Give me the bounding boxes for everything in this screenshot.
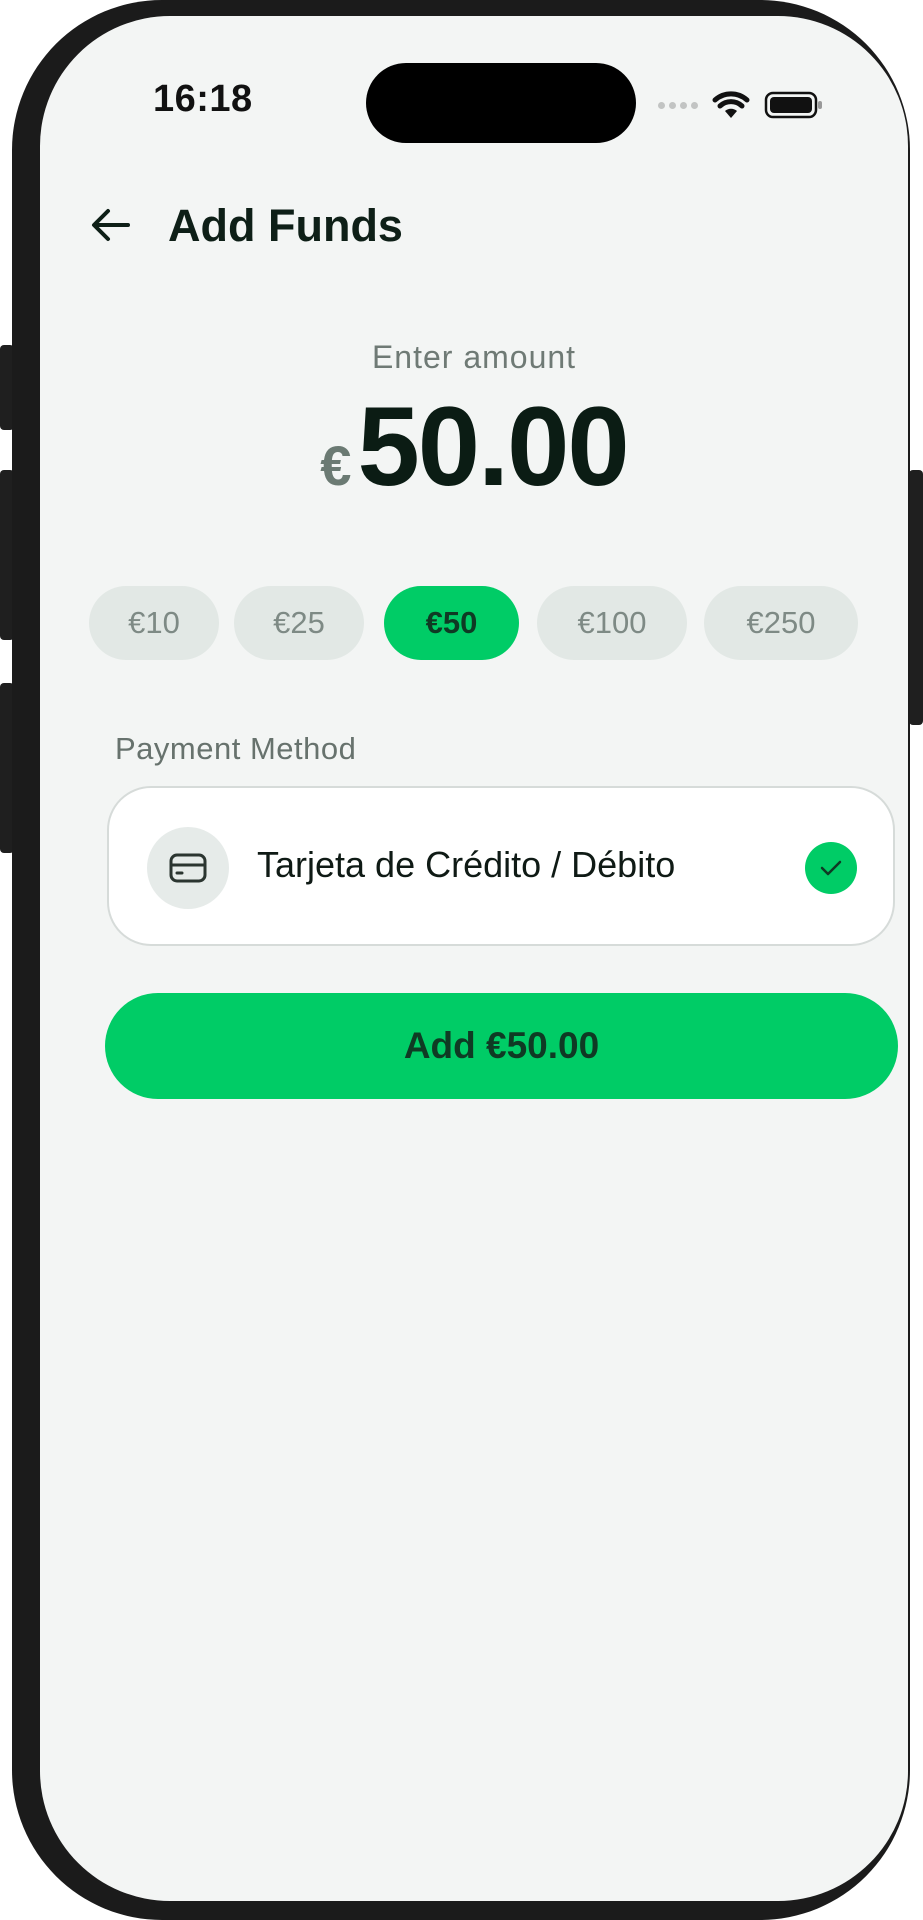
chip-250[interactable]: €250 (704, 586, 858, 660)
header: Add Funds (40, 186, 908, 266)
page-title: Add Funds (168, 200, 403, 251)
dynamic-island (366, 63, 636, 143)
status-time: 16:18 (153, 78, 253, 120)
check-icon (805, 842, 857, 894)
add-funds-button[interactable]: Add €50.00 (105, 993, 898, 1099)
enter-amount-label: Enter amount (371, 339, 577, 375)
battery-icon (764, 91, 822, 119)
wifi-icon (712, 91, 750, 118)
payment-option-name: Tarjeta de Crédito / Débito (257, 844, 676, 885)
phone-frame: 16:18 Add Funds Enter amount € 50.00 €10… (12, 0, 910, 1920)
back-button[interactable] (84, 198, 138, 252)
amount-value: 50.00 (357, 384, 629, 509)
power-button (909, 470, 923, 725)
app-screen: 16:18 Add Funds Enter amount € 50.00 €10… (40, 16, 908, 1901)
credit-card-icon (147, 827, 229, 909)
currency-symbol: € (320, 434, 352, 497)
status-icons (658, 90, 824, 120)
amount-display[interactable]: € 50.00 (40, 391, 908, 503)
chip-25[interactable]: €25 (234, 586, 364, 660)
signal-dots-icon (658, 101, 698, 109)
quick-amount-chips: €10 €25 €50 €100 €250 (40, 586, 908, 660)
chip-50[interactable]: €50 (384, 586, 519, 660)
chip-100[interactable]: €100 (537, 586, 687, 660)
arrow-left-icon (92, 209, 130, 241)
payment-option-card[interactable]: Tarjeta de Crédito / Débito (107, 786, 895, 946)
payment-method-label: Payment Method (115, 731, 357, 766)
chip-10[interactable]: €10 (89, 586, 219, 660)
